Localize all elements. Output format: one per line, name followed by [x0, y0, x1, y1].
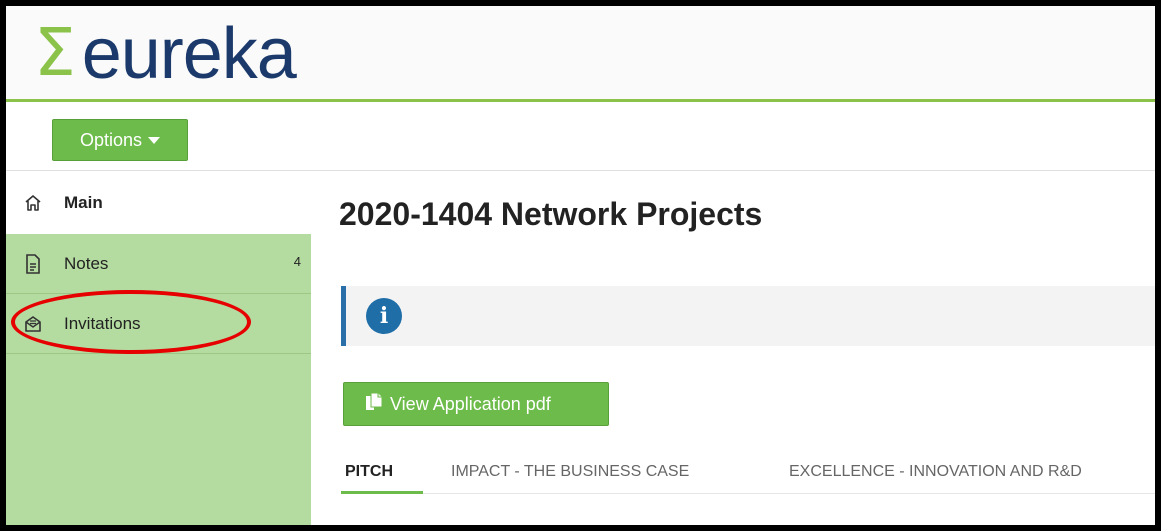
header: Σ eureka: [6, 6, 1155, 102]
tab-pitch[interactable]: PITCH: [345, 450, 393, 494]
sigma-logo-icon: Σ: [34, 14, 76, 91]
section-tabs: PITCH IMPACT - THE BUSINESS CASE EXCELLE…: [341, 450, 1155, 494]
eureka-logo[interactable]: Σ eureka: [34, 14, 297, 94]
home-icon: [24, 193, 42, 213]
tab-excellence[interactable]: EXCELLENCE - INNOVATION AND R&D: [789, 450, 1082, 494]
sidebar-item-main[interactable]: Main: [6, 172, 311, 234]
caret-down-icon: [148, 136, 161, 144]
pdf-file-icon: [364, 392, 384, 417]
app-frame: Σ eureka Options Main Notes 4 Invitation…: [6, 6, 1155, 525]
info-box: i: [341, 286, 1155, 346]
tab-impact[interactable]: IMPACT - THE BUSINESS CASE: [451, 450, 689, 494]
logo-text: eureka: [81, 14, 297, 94]
document-icon: [24, 253, 42, 274]
options-label: Options: [79, 129, 143, 150]
info-icon: i: [366, 298, 402, 334]
pdf-button-label: View Application pdf: [390, 393, 551, 414]
options-bar: Options: [6, 105, 1155, 171]
sidebar-item-label: Notes: [64, 253, 109, 273]
tab-label: PITCH: [345, 463, 393, 480]
view-application-pdf-button[interactable]: View Application pdf: [343, 382, 609, 426]
page-title: 2020-1404 Network Projects: [339, 196, 763, 232]
sidebar-item-notes[interactable]: Notes 4: [6, 234, 311, 294]
notes-count-badge: 4: [293, 254, 301, 269]
highlight-circle: [11, 290, 251, 354]
tab-label: EXCELLENCE - INNOVATION AND R&D: [789, 463, 1082, 480]
sidebar-item-label: Main: [64, 193, 103, 212]
tab-label: IMPACT - THE BUSINESS CASE: [451, 463, 690, 480]
options-button[interactable]: Options: [52, 119, 188, 161]
main-content: 2020-1404 Network Projects i View Applic…: [311, 172, 1155, 525]
active-tab-indicator: [341, 491, 423, 494]
